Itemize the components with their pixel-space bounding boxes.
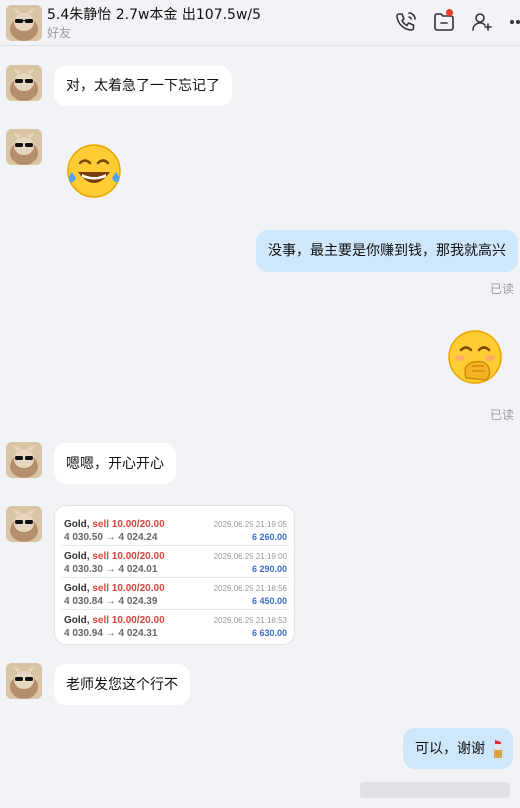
hand-over-mouth-emoji[interactable] xyxy=(446,328,504,386)
contact-avatar[interactable] xyxy=(6,5,42,41)
read-status: 已读 xyxy=(489,408,514,422)
trade-prices: 4 030.84 → 4 024.39 xyxy=(64,596,158,607)
trade-prices: 4 030.50 → 4 024.24 xyxy=(64,532,158,543)
trade-side: sell 10.00/20.00 xyxy=(92,583,165,594)
message-bubble[interactable]: 对，太着急了一下忘记了 xyxy=(54,66,232,106)
trade-time: 2026.06.25 21:18:53 xyxy=(213,616,287,625)
trade-time: 2026.06.25 21:19:05 xyxy=(213,520,287,529)
trade-symbol: Gold, xyxy=(64,583,90,594)
trade-profit: 6 450.00 xyxy=(251,596,287,606)
trade-row: Gold, sell 10.00/20.00 4 030.94 → 4 024.… xyxy=(62,610,289,642)
trade-screenshot-image[interactable]: Gold, sell 10.00/20.00 4 030.50 → 4 024.… xyxy=(54,505,295,645)
lipstick-emoji xyxy=(491,739,505,759)
notification-dot xyxy=(446,9,453,16)
friend-avatar[interactable] xyxy=(6,442,42,478)
trade-row: Gold, sell 10.00/20.00 4 030.50 → 4 024.… xyxy=(62,514,289,546)
more-icon[interactable] xyxy=(506,10,520,34)
laughing-tears-emoji[interactable] xyxy=(65,142,123,200)
trade-prices: 4 030.94 → 4 024.31 xyxy=(64,628,158,639)
trade-list: Gold, sell 10.00/20.00 4 030.50 → 4 024.… xyxy=(62,514,289,642)
trade-profit: 6 260.00 xyxy=(251,532,287,542)
chat-subtitle: 好友 xyxy=(47,26,72,40)
phone-call-icon[interactable] xyxy=(394,10,418,34)
trade-time: 2026.06.25 21:19:00 xyxy=(213,552,287,561)
trade-symbol: Gold, xyxy=(64,519,90,530)
friend-avatar[interactable] xyxy=(6,65,42,101)
read-status: 已读 xyxy=(489,282,514,296)
message-bubble[interactable]: 老师发您这个行不 xyxy=(54,664,190,705)
trade-row: Gold, sell 10.00/20.00 4 030.30 → 4 024.… xyxy=(62,546,289,578)
watermark xyxy=(360,782,510,798)
folder-icon[interactable] xyxy=(432,9,456,34)
friend-avatar[interactable] xyxy=(6,506,42,542)
trade-time: 2026.06.25 21:18:56 xyxy=(213,584,287,593)
trade-profit: 6 290.00 xyxy=(251,564,287,574)
my-message-bubble[interactable]: 没事，最主要是你赚到钱，那我就高兴 xyxy=(256,230,518,272)
friend-avatar[interactable] xyxy=(6,663,42,699)
trade-profit: 6 630.00 xyxy=(251,628,287,638)
trade-side: sell 10.00/20.00 xyxy=(92,519,165,530)
friend-avatar[interactable] xyxy=(6,129,42,165)
my-message-bubble[interactable]: 可以，谢谢 xyxy=(403,728,513,769)
trade-side: sell 10.00/20.00 xyxy=(92,551,165,562)
chat-header: 5.4朱静怡 2.7w本金 出107.5w/5 好友 xyxy=(0,0,520,46)
trade-side: sell 10.00/20.00 xyxy=(92,615,165,626)
trade-prices: 4 030.30 → 4 024.01 xyxy=(64,564,158,575)
trade-symbol: Gold, xyxy=(64,551,90,562)
trade-symbol: Gold, xyxy=(64,615,90,626)
add-person-icon[interactable] xyxy=(470,10,494,34)
message-text: 可以，谢谢 xyxy=(415,740,485,757)
message-bubble[interactable]: 嗯嗯，开心开心 xyxy=(54,443,176,484)
trade-row: Gold, sell 10.00/20.00 4 030.84 → 4 024.… xyxy=(62,578,289,610)
chat-title: 5.4朱静怡 2.7w本金 出107.5w/5 xyxy=(47,7,262,23)
